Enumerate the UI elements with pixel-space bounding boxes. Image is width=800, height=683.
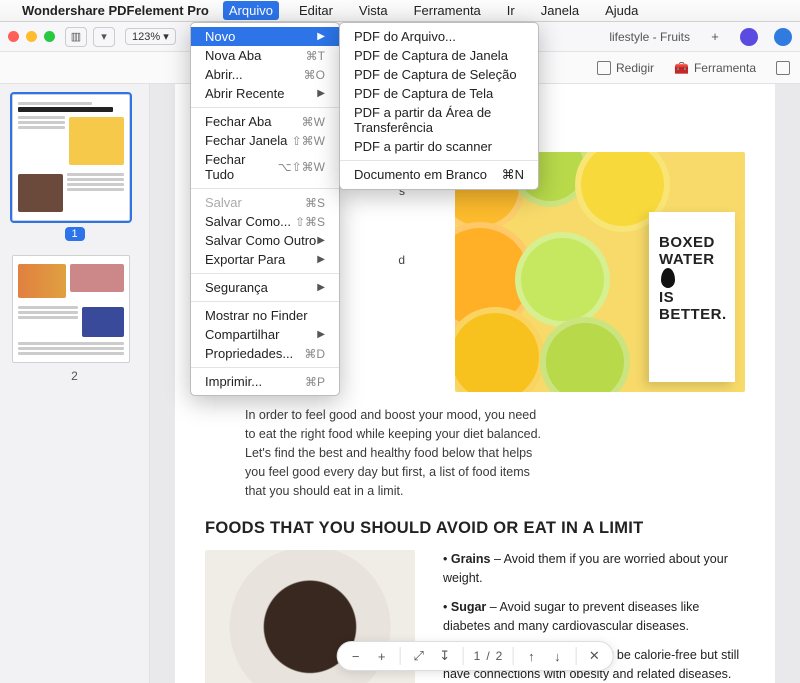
menu-arquivo[interactable]: Arquivo [223,1,279,20]
prev-page-button[interactable]: ↑ [523,649,539,664]
menu-item[interactable]: Propriedades...⌘D [191,344,339,363]
menu-ajuda[interactable]: Ajuda [599,1,644,20]
list-item: • Sugar – Avoid sugar to prevent disease… [443,598,745,636]
page-number-2: 2 [12,369,137,383]
fullscreen-window-button[interactable] [44,31,55,42]
menu-item[interactable]: Segurança▶ [191,278,339,297]
close-pager-button[interactable]: ✕ [586,648,602,664]
menu-item[interactable]: Fechar Janela⇧⌘W [191,131,339,150]
app-name: Wondershare PDFelement Pro [22,3,209,18]
page-badge-1: 1 [65,227,85,241]
user-avatar-icon[interactable] [774,28,792,46]
menu-janela[interactable]: Janela [535,1,585,20]
menu-item[interactable]: Exportar Para▶ [191,250,339,269]
mac-menubar: Wondershare PDFelement Pro Arquivo Edita… [0,0,800,22]
minimize-window-button[interactable] [26,31,37,42]
thumbnail-panel: 1 2 [0,84,150,683]
toolbox-button[interactable]: 🧰 Ferramenta [674,61,756,75]
zoom-out-button[interactable]: − [348,649,364,664]
view-mode-button[interactable]: ▾ [93,27,115,47]
toolbox-icon: 🧰 [674,61,689,75]
menu-item[interactable]: Salvar Como Outro▶ [191,231,339,250]
menu-item[interactable]: Abrir...⌘O [191,65,339,84]
body-paragraph: In order to feel good and boost your moo… [245,406,545,501]
arquivo-menu: Novo▶Nova Aba⌘TAbrir...⌘OAbrir Recente▶ F… [190,22,340,396]
submenu-item[interactable]: Documento em Branco⌘N [340,165,538,185]
page-navigator: − + ⤢ ↧ 1 / 2 ↑ ↓ ✕ [337,641,614,671]
menu-item[interactable]: Abrir Recente▶ [191,84,339,103]
zoom-in-button[interactable]: + [374,649,390,664]
carton-line: BETTER. [659,306,725,323]
app-badge-icon[interactable] [740,28,758,46]
total-pages: 2 [496,649,503,663]
zoom-select[interactable]: 123% ▾ [125,28,176,45]
menu-item[interactable]: Imprimir...⌘P [191,372,339,391]
panel-toggle-button[interactable] [776,61,790,75]
submenu-item[interactable]: PDF a partir do scanner [340,137,538,156]
redact-label: Redigir [616,61,654,75]
thumbnail-page-1[interactable] [12,94,130,221]
sidebar-toggle-button[interactable]: ▥ [65,27,87,47]
traffic-lights [8,31,55,42]
water-drop-icon [661,268,675,288]
submenu-item[interactable]: PDF de Captura de Tela [340,84,538,103]
menu-item[interactable]: Compartilhar▶ [191,325,339,344]
menu-item[interactable]: Novo▶ [191,27,339,46]
fit-width-button[interactable]: ⤢ [411,648,427,664]
submenu-item[interactable]: PDF de Captura de Seleção [340,65,538,84]
menu-item[interactable]: Mostrar no Finder [191,306,339,325]
panel-icon [776,61,790,75]
submenu-item[interactable]: PDF do Arquivo... [340,27,538,46]
carton-line: BOXED [659,234,725,251]
menu-item[interactable]: Nova Aba⌘T [191,46,339,65]
menu-item[interactable]: Salvar Como...⇧⌘S [191,212,339,231]
submenu-item[interactable]: PDF de Captura de Janela [340,46,538,65]
menu-vista[interactable]: Vista [353,1,394,20]
fit-page-button[interactable]: ↧ [437,648,453,664]
current-page[interactable]: 1 [474,649,481,663]
next-page-button[interactable]: ↓ [549,649,565,664]
menu-ir[interactable]: Ir [501,1,521,20]
carton-line: WATER [659,251,715,268]
carton-line: IS [659,289,725,306]
novo-submenu: PDF do Arquivo...PDF de Captura de Janel… [339,22,539,190]
redact-tool[interactable]: Redigir [597,61,654,75]
redact-icon [597,61,611,75]
document-tab[interactable]: lifestyle - Fruits [601,27,698,47]
submenu-item[interactable]: PDF a partir da Área de Transferência [340,103,538,137]
close-window-button[interactable] [8,31,19,42]
section-heading: FOODS THAT YOU SHOULD AVOID OR EAT IN A … [205,519,745,538]
new-tab-button[interactable]: + [706,29,724,44]
zoom-value: 123% [132,31,160,43]
menu-ferramenta[interactable]: Ferramenta [408,1,487,20]
thumbnail-page-2[interactable] [12,255,130,363]
menu-item[interactable]: Fechar Aba⌘W [191,112,339,131]
menu-editar[interactable]: Editar [293,1,339,20]
menu-item[interactable]: Fechar Tudo⌥⇧⌘W [191,150,339,184]
carton-graphic: BOXED WATER IS BETTER. [649,212,735,382]
list-item: • Grains – Avoid them if you are worried… [443,550,745,588]
menu-item[interactable]: Salvar⌘S [191,193,339,212]
toolbox-label: Ferramenta [694,61,756,75]
